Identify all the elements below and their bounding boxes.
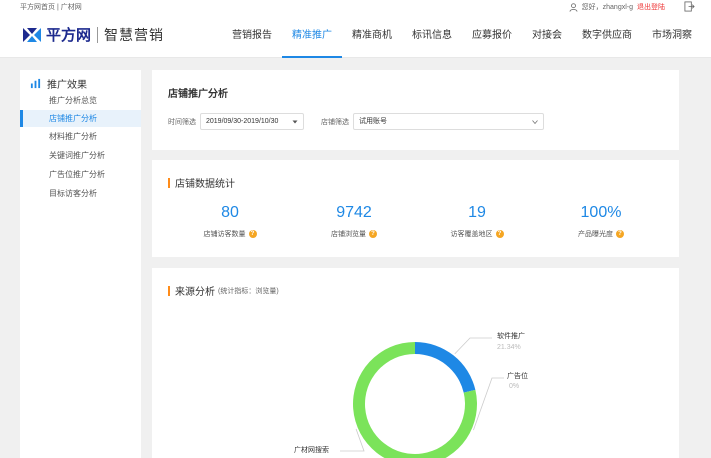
stat-value: 19 [468,204,486,221]
sidebar-item-material-analysis[interactable]: 材料推广分析 [20,128,141,145]
pie-label-search: 广材网搜索 [294,447,329,454]
help-icon[interactable]: ? [495,230,504,238]
sidebar-item-overview[interactable]: 推广分析总览 [20,92,141,109]
sidebar-item-visitor-analysis[interactable]: 目标访客分析 [20,185,141,202]
pie-label-software: 软件推广 [497,333,525,340]
sidebar-heading-label: 推广效果 [47,80,87,91]
leader-line-adslot [473,377,504,431]
brand-name: 平方网 [46,27,92,44]
exit-icon[interactable] [684,1,695,12]
shop-select-value: 试用账号 [359,118,387,125]
nav-item-opportunities[interactable]: 精准商机 [342,14,402,58]
source-donut-chart [340,337,504,458]
main-nav: 营销报告 精准推广 精准商机 标讯信息 应募报价 对接会 数字供应商 市场洞察 [222,14,702,58]
bar-chart-icon [30,78,41,89]
stat-value: 80 [221,204,239,221]
help-icon[interactable]: ? [616,230,624,238]
nav-item-quotes[interactable]: 应募报价 [462,14,522,58]
date-range-value: 2019/09/30-2019/10/30 [206,118,279,125]
pie-slice-software[interactable] [415,342,476,393]
brand-logo[interactable]: 平方网 智慧营销 [22,24,164,45]
brand-separator [97,26,99,43]
help-icon[interactable]: ? [248,230,257,238]
stat-value: 9742 [336,204,372,221]
nav-item-market-insight[interactable]: 市场洞察 [642,14,702,58]
stat-regions: 19 访客覆盖地区? [417,203,537,239]
top-links[interactable]: 平方网首页 | 广材网 [20,2,82,12]
title-accent-bar [168,177,170,188]
nav-item-digital-suppliers[interactable]: 数字供应商 [572,14,642,58]
top-utility-bar: 平方网首页 | 广材网 您好，zhangxl-g 退出登陆 [0,0,711,14]
nav-item-matchmaking[interactable]: 对接会 [522,14,572,58]
leader-line-software [454,337,492,355]
stat-label: 店铺浏览量 [331,231,366,238]
sidebar-heading: 推广效果 [30,76,87,91]
date-range-select[interactable]: 2019/09/30-2019/10/30 [200,113,304,130]
sidebar-item-adslot-analysis[interactable]: 广告位推广分析 [20,166,141,183]
sidebar: 推广效果 推广分析总览 店铺推广分析 材料推广分析 关键词推广分析 广告位推广分… [20,70,141,458]
stat-value: 100% [580,204,622,221]
nav-item-tenders[interactable]: 标讯信息 [402,14,462,58]
stat-visitors: 80 店铺访客数量? [170,203,290,239]
help-icon[interactable]: ? [369,230,377,238]
pie-slice-search[interactable] [353,342,477,458]
sidebar-item-shop-analysis[interactable]: 店铺推广分析 [20,110,141,127]
logout-link[interactable]: 退出登陆 [637,2,665,12]
pie-pct-software: 21.34% [497,344,521,351]
chevron-down-icon [532,120,538,125]
brand-mark-icon [23,27,41,42]
shop-select[interactable]: 试用账号 [353,113,544,130]
source-analysis-card: 来源分析 (统计指标：浏览量) 软件推广 21.34% 广告位 0% 广材网搜索 [152,268,679,458]
pie-pct-adslot: 0% [509,383,520,390]
user-area: 您好，zhangxl-g 退出登陆 [569,2,665,12]
main-header: 平方网 智慧营销 营销报告 精准推广 精准商机 标讯信息 应募报价 对接会 数字… [0,14,711,58]
shop-analysis-card: 店铺推广分析 时间筛选 2019/09/30-2019/10/30 店铺筛选 试… [152,70,679,150]
nav-item-precision-promo[interactable]: 精准推广 [282,14,342,58]
page-title: 店铺推广分析 [168,89,228,100]
stat-exposure: 100% 产品曝光度? [541,203,661,239]
greeting-text: 您好，zhangxl-g [581,4,633,11]
date-filter-label: 时间筛选 [168,118,196,126]
sidebar-item-keyword-analysis[interactable]: 关键词推广分析 [20,147,141,164]
stat-label: 店铺访客数量 [203,231,246,238]
shop-stats-card: 店铺数据统计 80 店铺访客数量? 9742 店铺浏览量? 19 访客覆盖地区?… [152,160,679,257]
stat-label: 产品曝光度 [578,231,613,238]
brand-subtitle: 智慧营销 [104,26,165,43]
stats-title-text: 店铺数据统计 [175,179,235,190]
stats-section-title: 店铺数据统计 [168,175,235,190]
pie-label-adslot: 广告位 [507,373,528,380]
stat-pageviews: 9742 店铺浏览量? [294,203,414,239]
shop-filter-label: 店铺筛选 [321,118,349,126]
caret-down-icon [292,120,298,124]
filter-row: 时间筛选 2019/09/30-2019/10/30 店铺筛选 试用账号 [168,113,544,130]
stat-label: 访客覆盖地区 [450,231,493,238]
user-icon [569,2,578,12]
nav-item-report[interactable]: 营销报告 [222,14,282,58]
